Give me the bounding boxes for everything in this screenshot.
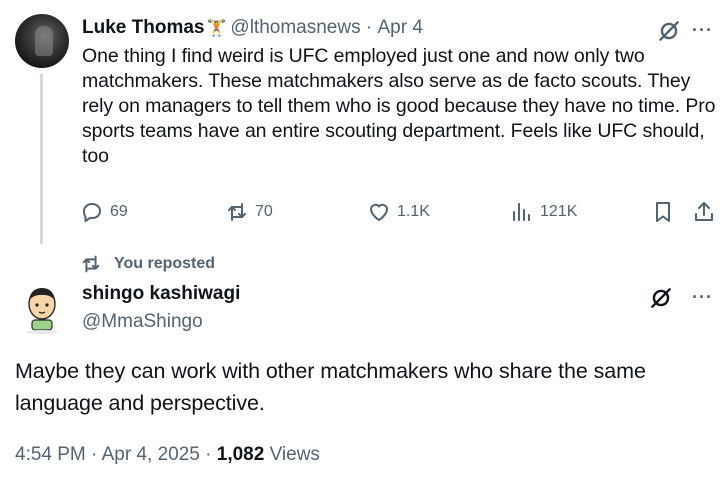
repost-label: You reposted <box>114 255 216 272</box>
like-button[interactable]: 1.1K <box>367 200 430 224</box>
like-count: 1.1K <box>397 203 430 220</box>
meta-separator: · <box>91 444 102 465</box>
share-icon <box>695 202 713 221</box>
author-name[interactable]: Luke Thomas <box>82 17 204 39</box>
author-handle[interactable]: @MmaShingo <box>82 311 203 333</box>
tweet-date[interactable]: Apr 4 <box>377 17 422 39</box>
repost-button[interactable]: 70 <box>225 200 273 224</box>
avatar-shingo-kashiwagi[interactable] <box>19 284 65 334</box>
reply-button[interactable]: 69 <box>80 200 128 224</box>
views-count: 121K <box>540 203 578 220</box>
tweet-meta: 4:54 PM · Apr 4, 2025 · 1,082 Views <box>15 444 320 466</box>
author-handle[interactable]: @lthomasnews <box>230 17 360 39</box>
reply-count: 69 <box>110 203 128 220</box>
tweet-date[interactable]: Apr 4, 2025 <box>102 444 200 465</box>
bookmark-icon <box>656 202 670 222</box>
more-button[interactable]: ··· <box>692 287 713 308</box>
grok-button[interactable] <box>648 285 674 316</box>
repost-icon <box>82 255 100 273</box>
grok-icon <box>651 288 671 308</box>
tweet-text: Maybe they can work with other matchmake… <box>15 359 646 415</box>
quoted-tweet-header: Luke Thomas 🏋 @lthomasnews · Apr 4 <box>82 16 423 40</box>
meta-separator: · <box>360 17 378 38</box>
views-count: 1,082 <box>216 444 265 465</box>
reply-icon <box>83 203 101 222</box>
thread-line <box>40 74 43 244</box>
meta-separator: · <box>205 444 217 465</box>
like-icon <box>370 203 388 221</box>
bookmark-button[interactable] <box>651 200 675 224</box>
repost-icon <box>228 203 246 221</box>
weightlifter-emoji: 🏋 <box>206 20 227 37</box>
action-bar: 69 70 1.1K 121K <box>80 200 720 226</box>
author-name[interactable]: shingo kashiwagi <box>82 283 240 305</box>
grok-icon <box>659 21 679 41</box>
tweet-time[interactable]: 4:54 PM <box>15 444 86 465</box>
repost-indicator[interactable]: You reposted <box>80 253 215 275</box>
repost-count: 70 <box>255 203 273 220</box>
more-button[interactable]: ··· <box>692 20 713 41</box>
views-icon <box>513 203 530 221</box>
avatar-luke-thomas[interactable] <box>15 14 69 68</box>
quoted-tweet-text: One thing I find weird is UFC employed j… <box>82 45 716 167</box>
views-button[interactable]: 121K <box>510 200 577 224</box>
share-button[interactable] <box>692 200 716 224</box>
views-label: Views <box>269 444 320 465</box>
